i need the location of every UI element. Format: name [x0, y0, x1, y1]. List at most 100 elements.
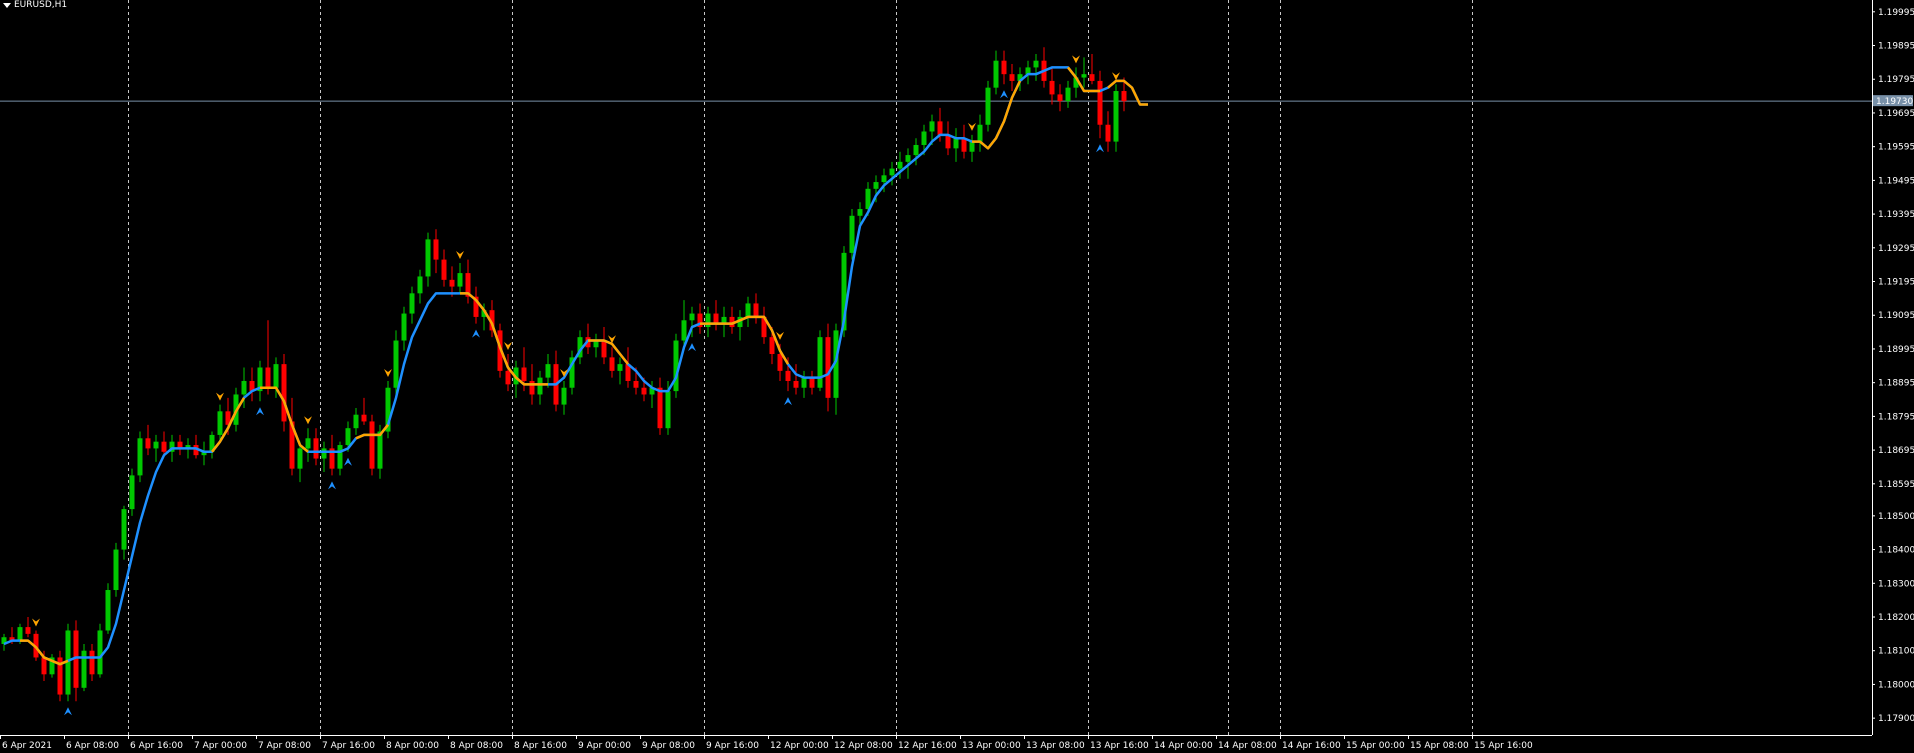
candle-body — [993, 60, 999, 88]
price-tick-label: 1.18400 — [1878, 546, 1914, 556]
candle-body — [1057, 94, 1063, 102]
sell-arrow-icon — [968, 122, 976, 131]
time-tick-label: 15 Apr 00:00 — [1346, 741, 1405, 751]
buy-arrow-icon — [472, 329, 480, 338]
candle-body — [537, 377, 543, 395]
candle-body — [705, 313, 711, 328]
price-tick-label: 1.18595 — [1878, 480, 1914, 490]
price-tick-label: 1.19695 — [1878, 109, 1914, 119]
candle-body — [89, 650, 95, 675]
candle-body — [401, 313, 407, 341]
time-axis-labels: 6 Apr 2021 6 Apr 08:00 6 Apr 16:00 7 Apr 00… — [0, 735, 1533, 751]
candle-body — [457, 273, 463, 287]
candle-body — [1049, 80, 1055, 95]
candle-body — [545, 364, 551, 378]
candle-body — [433, 239, 439, 260]
ma-line-down — [700, 315, 790, 365]
candle-body — [985, 87, 991, 125]
candle-body — [297, 448, 303, 469]
candle-body — [121, 509, 127, 550]
candle-body — [793, 380, 799, 388]
candle-body — [281, 364, 287, 422]
current-price-label: 1.19730 — [1876, 97, 1913, 107]
candle-body — [41, 657, 47, 675]
time-tick-label: 12 Apr 16:00 — [898, 741, 957, 751]
time-tick-label: 14 Apr 16:00 — [1282, 741, 1341, 751]
candle-body — [905, 155, 911, 162]
sell-arrow-icon — [304, 416, 312, 425]
candle-body — [913, 144, 919, 156]
candle-body — [153, 441, 159, 449]
candle-body — [529, 380, 535, 395]
price-tick-label: 1.18695 — [1878, 446, 1914, 456]
price-tick-label: 1.18100 — [1878, 647, 1914, 657]
candle-body — [129, 475, 135, 510]
candle-body — [377, 431, 383, 469]
candle-body — [17, 627, 23, 641]
candle-body — [25, 627, 31, 634]
price-tick-label: 1.19995 — [1878, 8, 1914, 18]
candle-body — [753, 303, 759, 317]
candle-body — [1081, 74, 1087, 78]
time-tick-label: 12 Apr 08:00 — [834, 741, 893, 751]
candle-body — [633, 380, 639, 388]
candle-body — [953, 138, 959, 149]
grid — [128, 0, 1473, 735]
buy-arrow-icon — [64, 707, 72, 716]
time-tick-label: 12 Apr 00:00 — [770, 741, 829, 751]
candle-body — [609, 357, 615, 371]
candle-body — [769, 337, 775, 355]
buy-arrow-icon — [688, 343, 696, 352]
time-tick-label: 6 Apr 16:00 — [130, 741, 183, 751]
candle-body — [409, 293, 415, 314]
candle-body — [673, 340, 679, 392]
price-axis-labels: 1.19995 1.19895 1.19795 1.19695 1.19595 1.194… — [1872, 8, 1914, 724]
time-tick-label: 15 Apr 08:00 — [1410, 741, 1469, 751]
symbol-header[interactable]: EURUSD,H1 — [3, 0, 67, 10]
price-tick-label: 1.19395 — [1878, 210, 1914, 220]
time-tick-label: 8 Apr 16:00 — [514, 741, 567, 751]
candle-body — [305, 438, 311, 449]
candle-body — [113, 549, 119, 591]
candle-body — [1001, 60, 1007, 75]
time-tick-label: 6 Apr 2021 — [2, 741, 52, 751]
candle-body — [241, 380, 247, 395]
candle-body — [161, 441, 167, 452]
price-chart[interactable]: 1.19995 1.19895 1.19795 1.19695 1.19595 1.194… — [0, 0, 1914, 753]
time-tick-label: 6 Apr 08:00 — [66, 741, 119, 751]
time-tick-label: 13 Apr 08:00 — [1026, 741, 1085, 751]
candle-body — [897, 161, 903, 169]
candle-body — [369, 421, 375, 469]
candle-body — [1121, 91, 1127, 102]
time-tick-label: 9 Apr 08:00 — [642, 741, 695, 751]
time-tick-label: 7 Apr 00:00 — [194, 741, 247, 751]
candle-body — [97, 630, 103, 675]
price-tick-label: 1.18995 — [1878, 345, 1914, 355]
candle-body — [857, 209, 863, 216]
buy-arrow-icon — [256, 407, 264, 416]
candle-body — [353, 414, 359, 429]
dropdown-icon[interactable] — [3, 2, 11, 8]
candle-body — [273, 364, 279, 388]
chart-window[interactable]: 1.19995 1.19895 1.19795 1.19695 1.19595 1.194… — [0, 0, 1914, 753]
buy-arrow-icon — [784, 397, 792, 406]
candle-body — [1105, 124, 1111, 142]
ma-line-down — [460, 292, 548, 386]
candle-body — [777, 354, 783, 371]
candle-body — [681, 320, 687, 341]
candle-body — [601, 340, 607, 358]
time-tick-label: 9 Apr 00:00 — [578, 741, 631, 751]
price-tick-label: 1.17900 — [1878, 714, 1914, 724]
candle-body — [1033, 60, 1039, 68]
candle-body — [265, 367, 271, 388]
sell-arrow-icon — [32, 618, 40, 627]
candle-body — [809, 377, 815, 388]
candle-body — [745, 303, 751, 317]
price-tick-label: 1.18895 — [1878, 379, 1914, 389]
candle-body — [929, 121, 935, 132]
candle-body — [449, 279, 455, 287]
time-tick-label: 9 Apr 16:00 — [706, 741, 759, 751]
candle-body — [617, 364, 623, 371]
candle-body — [817, 337, 823, 388]
candle-body — [105, 590, 111, 631]
